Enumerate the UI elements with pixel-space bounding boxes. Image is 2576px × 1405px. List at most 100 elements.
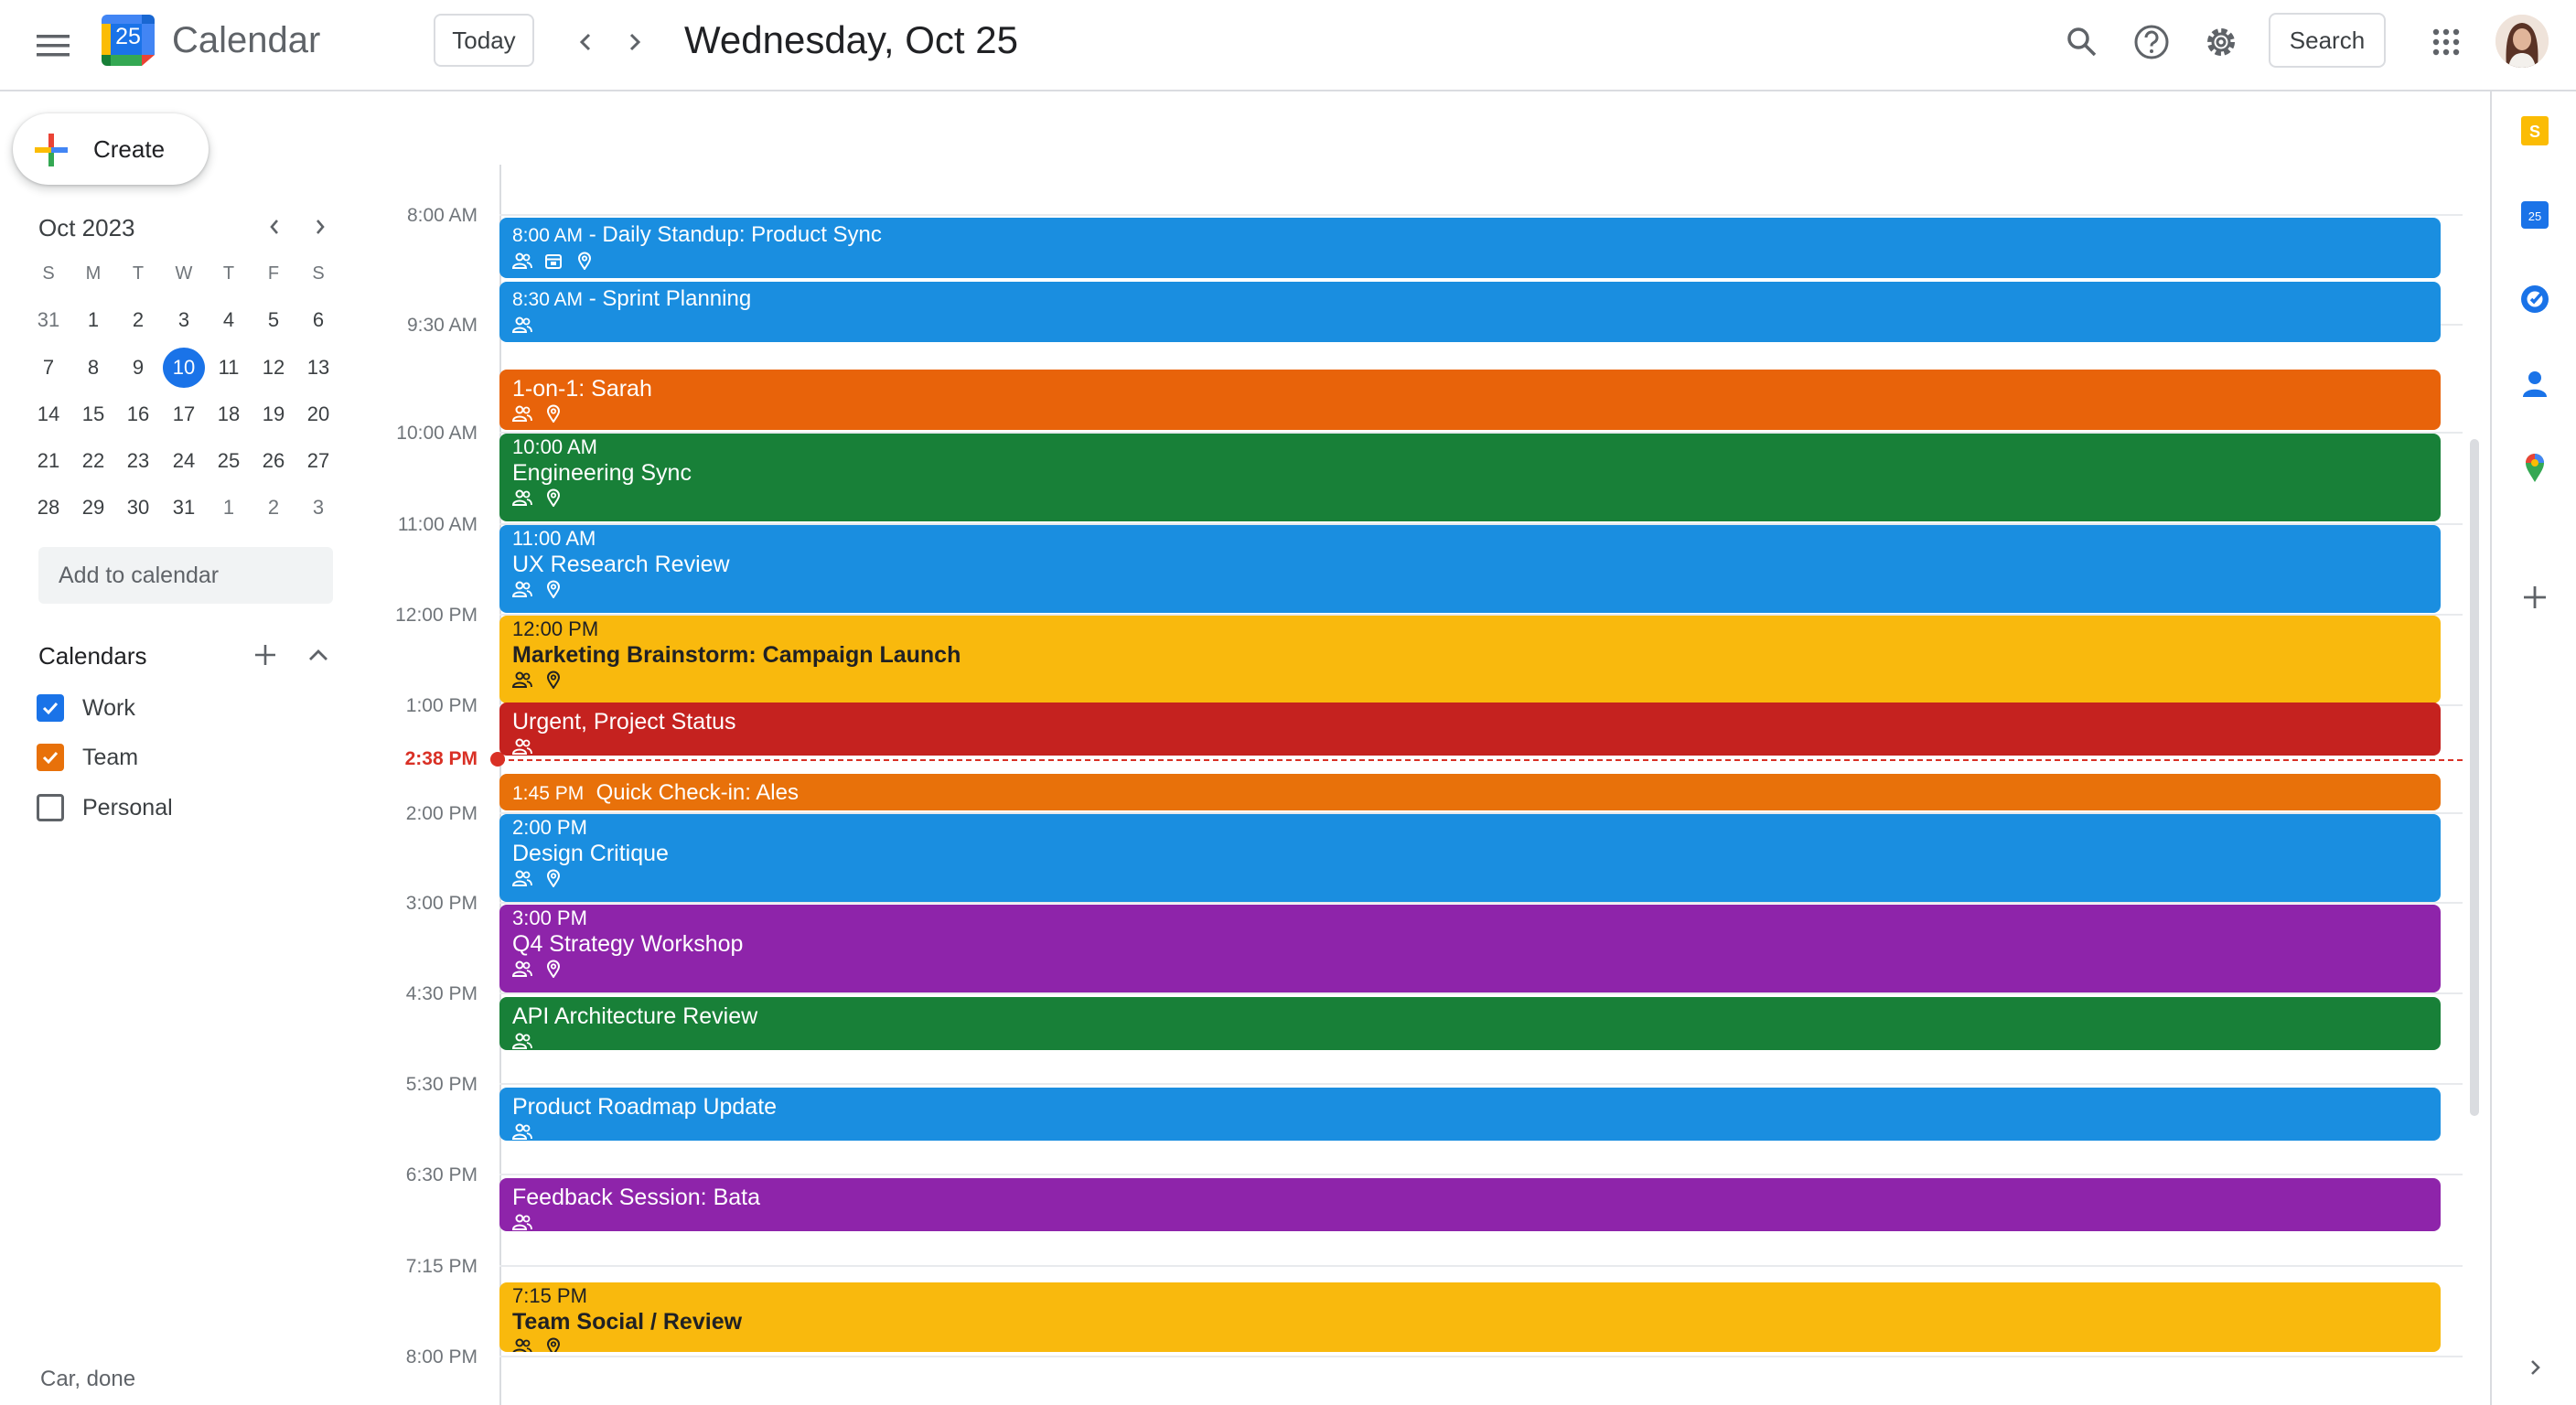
mini-calendar-day[interactable]: 10 xyxy=(163,348,205,388)
mini-calendar-day[interactable]: 27 xyxy=(297,441,339,481)
event-time: 11:00 AM xyxy=(512,527,596,550)
event-block[interactable]: Product Roadmap Update xyxy=(499,1088,2441,1141)
event-time: 10:00 AM xyxy=(512,435,597,458)
maps-icon xyxy=(2526,454,2544,482)
search-button[interactable]: Search xyxy=(2269,13,2386,68)
tasks-icon xyxy=(2521,285,2549,313)
event-icons xyxy=(512,1032,2441,1050)
event-block[interactable]: API Architecture Review xyxy=(499,997,2441,1050)
mini-calendar-day[interactable]: 11 xyxy=(208,348,250,388)
event-block[interactable]: 10:00 AM Engineering Sync xyxy=(499,434,2441,521)
mini-calendar-day[interactable]: 1 xyxy=(72,300,114,340)
mini-calendar-day[interactable]: 15 xyxy=(72,394,114,434)
mini-calendar-day[interactable]: 3 xyxy=(163,300,205,340)
mini-calendar-day[interactable]: 2 xyxy=(117,300,159,340)
mini-calendar-day[interactable]: 12 xyxy=(252,348,295,388)
tasks-button[interactable] xyxy=(2512,276,2558,322)
event-title: Product Roadmap Update xyxy=(512,1094,778,1120)
schedule-scrollbar[interactable] xyxy=(2470,439,2479,1116)
event-block[interactable]: Urgent, Project Status xyxy=(499,702,2441,756)
location-icon xyxy=(546,670,561,689)
mini-calendar-day[interactable]: 14 xyxy=(27,394,70,434)
get-addons-button[interactable] xyxy=(2512,574,2558,620)
collapse-calendars-button[interactable] xyxy=(300,637,337,673)
day-schedule-grid: 8:00 AM 9:30 AM 10:00 AM 11:00 AM 12:00 PM 1:… xyxy=(366,91,2492,1405)
mini-calendar-day[interactable]: 8 xyxy=(72,348,114,388)
mini-calendar-day[interactable]: 6 xyxy=(297,300,339,340)
hour-gridline xyxy=(499,214,2463,216)
mini-calendar-day[interactable]: 13 xyxy=(297,348,339,388)
next-day-button[interactable] xyxy=(609,18,660,66)
event-block[interactable]: 1:45 PM Quick Check-in: Ales xyxy=(499,774,2441,810)
event-icons xyxy=(512,737,2441,756)
mini-calendar-day[interactable]: 26 xyxy=(252,441,295,481)
mini-calendar-day[interactable]: 28 xyxy=(27,488,70,528)
event-time: 8:00 AM xyxy=(512,225,584,246)
mini-calendar-day[interactable]: 21 xyxy=(27,441,70,481)
calendar-item-personal[interactable]: Personal xyxy=(37,788,173,828)
calendar-item-team[interactable]: Team xyxy=(37,737,138,778)
mini-calendar-day[interactable]: 31 xyxy=(163,488,205,528)
event-title: Team Social / Review xyxy=(512,1309,743,1335)
calendar-checkbox[interactable] xyxy=(37,744,64,771)
event-title: Daily Standup: Product Sync xyxy=(602,222,882,247)
mini-calendar-day[interactable]: 31 xyxy=(27,300,70,340)
keep-icon: S xyxy=(2521,116,2549,145)
expand-side-panel-button[interactable] xyxy=(2512,1345,2558,1390)
mini-calendar-day[interactable]: 18 xyxy=(208,394,250,434)
mini-calendar-day[interactable]: 22 xyxy=(72,441,114,481)
settings-button[interactable] xyxy=(2195,16,2247,68)
mini-calendar-day[interactable]: 24 xyxy=(163,441,205,481)
event-block[interactable]: Feedback Session: Bata xyxy=(499,1178,2441,1231)
mini-calendar-day[interactable]: 20 xyxy=(297,394,339,434)
help-button[interactable] xyxy=(2126,16,2177,68)
calendar-checkbox[interactable] xyxy=(37,794,64,821)
mini-calendar-day[interactable]: 1 xyxy=(208,488,250,528)
previous-day-button[interactable] xyxy=(560,18,611,66)
event-block[interactable]: 12:00 PM Marketing Brainstorm: Campaign L… xyxy=(499,616,2441,703)
chevron-left-icon xyxy=(579,33,591,51)
event-block[interactable]: 7:15 PM Team Social / Review xyxy=(499,1282,2441,1352)
chevron-up-icon xyxy=(309,649,327,660)
calendar-addon-button[interactable]: 25 xyxy=(2512,192,2558,238)
google-apps-button[interactable] xyxy=(2420,16,2472,68)
add-to-calendar-input[interactable]: Add to calendar xyxy=(38,547,333,604)
mini-calendar-day[interactable]: 3 xyxy=(297,488,339,528)
search-icon-button[interactable] xyxy=(2056,16,2108,68)
event-block[interactable]: 11:00 AM UX Research Review xyxy=(499,525,2441,613)
today-button[interactable]: Today xyxy=(434,14,534,67)
create-button[interactable]: Create xyxy=(13,113,209,185)
time-label: 11:00 AM xyxy=(397,514,478,535)
contacts-button[interactable] xyxy=(2512,360,2558,406)
event-block[interactable]: 8:00 AM - Daily Standup: Product Sync xyxy=(499,218,2441,278)
keep-button[interactable]: S xyxy=(2512,108,2558,154)
event-block[interactable]: 2:00 PM Design Critique xyxy=(499,814,2441,902)
mini-calendar-day[interactable]: 16 xyxy=(117,394,159,434)
mini-calendar-day[interactable]: 30 xyxy=(117,488,159,528)
mini-calendar-day[interactable]: 19 xyxy=(252,394,295,434)
mini-calendar-next-button[interactable] xyxy=(302,209,338,245)
mini-calendar-day[interactable]: 7 xyxy=(27,348,70,388)
event-block[interactable]: 3:00 PM Q4 Strategy Workshop xyxy=(499,905,2441,992)
event-block[interactable]: 1-on-1: Sarah xyxy=(499,370,2441,430)
event-time: 7:15 PM xyxy=(512,1284,587,1307)
avatar[interactable] xyxy=(2496,15,2549,68)
mini-calendar-day[interactable]: 17 xyxy=(163,394,205,434)
mini-calendar-day[interactable]: 4 xyxy=(208,300,250,340)
mini-calendar-prev-button[interactable] xyxy=(256,209,293,245)
calendar-checkbox[interactable] xyxy=(37,694,64,722)
main-menu-button[interactable] xyxy=(24,18,82,73)
maps-button[interactable] xyxy=(2512,445,2558,490)
calendar-item-work[interactable]: Work xyxy=(37,688,135,728)
time-label: 3:00 PM xyxy=(405,893,478,914)
mini-calendar-day[interactable]: 5 xyxy=(252,300,295,340)
mini-calendar-day[interactable]: 9 xyxy=(117,348,159,388)
add-calendar-button[interactable] xyxy=(247,637,284,673)
mini-calendar-day[interactable]: 29 xyxy=(72,488,114,528)
mini-calendar-day[interactable]: 23 xyxy=(117,441,159,481)
location-icon xyxy=(546,960,561,978)
event-separator xyxy=(584,780,596,805)
mini-calendar-day[interactable]: 25 xyxy=(208,441,250,481)
event-block[interactable]: 8:30 AM - Sprint Planning xyxy=(499,282,2441,342)
mini-calendar-day[interactable]: 2 xyxy=(252,488,295,528)
